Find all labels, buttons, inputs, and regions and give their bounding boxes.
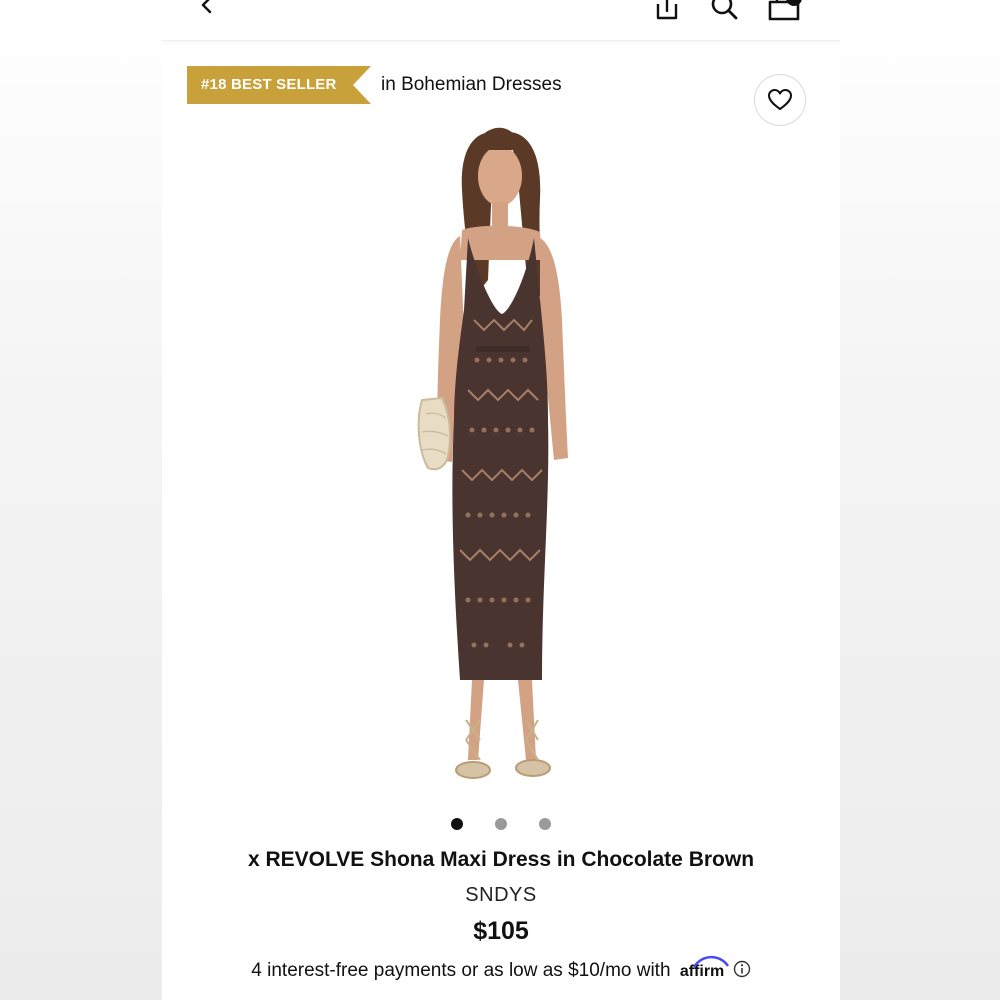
info-icon[interactable]	[733, 960, 751, 978]
product-price: $105	[473, 917, 529, 945]
product-brand[interactable]: SNDYS	[162, 884, 840, 907]
image-carousel-dots	[162, 817, 840, 831]
carousel-dot[interactable]	[451, 818, 463, 830]
shopping-bag-button[interactable]	[766, 0, 802, 22]
heart-icon	[768, 89, 792, 110]
payments-text: 4 interest-free payments or as low as $1…	[251, 960, 671, 981]
search-button[interactable]	[707, 0, 741, 24]
affirm-logo[interactable]: affirm	[680, 955, 729, 980]
wishlist-button[interactable]	[754, 74, 806, 126]
bestseller-category[interactable]: in Bohemian Dresses	[381, 66, 562, 104]
product-title: x REVOLVE Shona Maxi Dress in Chocolate …	[247, 848, 755, 871]
back-button[interactable]	[192, 0, 222, 22]
product-image[interactable]	[342, 120, 662, 810]
share-button[interactable]	[650, 0, 684, 24]
carousel-dot[interactable]	[495, 818, 507, 830]
chevron-left-icon	[201, 0, 212, 14]
background-right	[840, 0, 1000, 1000]
product-screen: #18 BEST SELLER in Bohemian Dresses x RE…	[162, 0, 840, 1000]
background-left	[0, 0, 162, 1000]
search-icon	[711, 0, 738, 20]
share-icon	[656, 0, 678, 20]
top-navigation-bar	[162, 0, 840, 41]
bestseller-label: #18 BEST SELLER	[201, 76, 337, 93]
affirm-payments-line: 4 interest-free payments or as low as $1…	[162, 955, 840, 982]
shopping-bag-icon	[768, 0, 802, 21]
carousel-dot[interactable]	[539, 818, 551, 830]
affirm-arc-icon	[692, 955, 729, 968]
